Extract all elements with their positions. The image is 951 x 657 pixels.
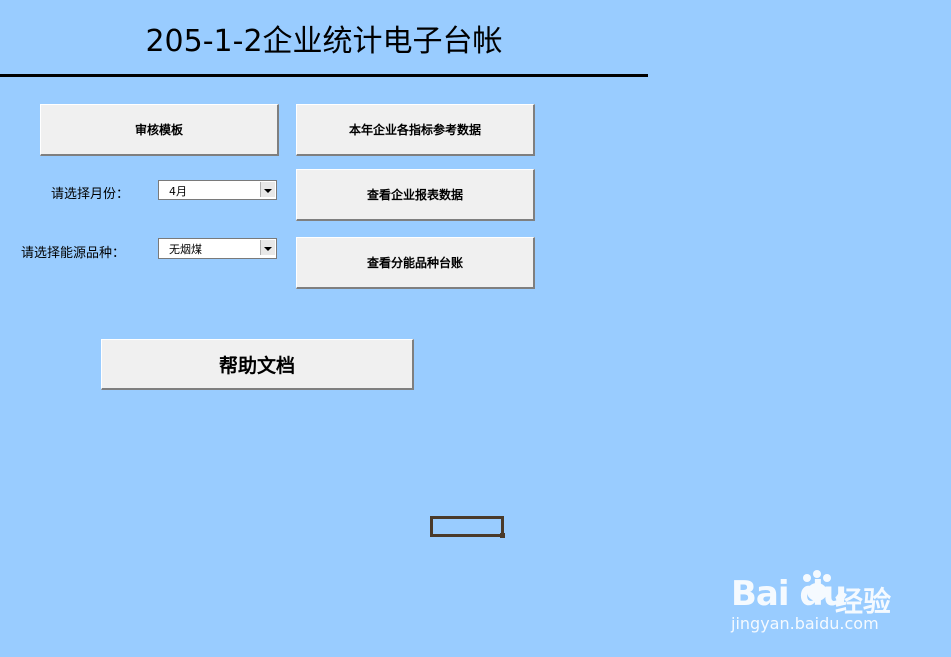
chevron-down-icon[interactable] <box>260 182 275 197</box>
month-select[interactable]: 4月 <box>158 180 277 200</box>
reference-data-button[interactable]: 本年企业各指标参考数据 <box>296 104 535 156</box>
page-title: 205-1-2企业统计电子台帐 <box>145 24 503 59</box>
baidu-url: jingyan.baidu.com <box>731 614 879 633</box>
month-label: 请选择月份： <box>51 187 130 202</box>
energy-select-value: 无烟煤 <box>169 243 202 256</box>
paw-icon <box>803 570 831 601</box>
month-select-value: 4月 <box>169 185 187 198</box>
energy-label: 请选择能源品种： <box>21 246 126 261</box>
help-doc-button[interactable]: 帮助文档 <box>101 339 414 390</box>
fill-handle[interactable] <box>500 533 505 538</box>
energy-select[interactable]: 无烟煤 <box>158 238 277 259</box>
audit-template-button[interactable]: 审核模板 <box>40 104 279 156</box>
view-ledger-button[interactable]: 查看分能品种台账 <box>296 237 535 289</box>
view-report-button[interactable]: 查看企业报表数据 <box>296 169 535 221</box>
title-divider <box>0 74 648 77</box>
selected-cell[interactable] <box>430 516 505 538</box>
chevron-down-icon[interactable] <box>260 240 275 255</box>
baidu-watermark: Bai du 经验 jingyan.baidu.com <box>731 568 931 638</box>
